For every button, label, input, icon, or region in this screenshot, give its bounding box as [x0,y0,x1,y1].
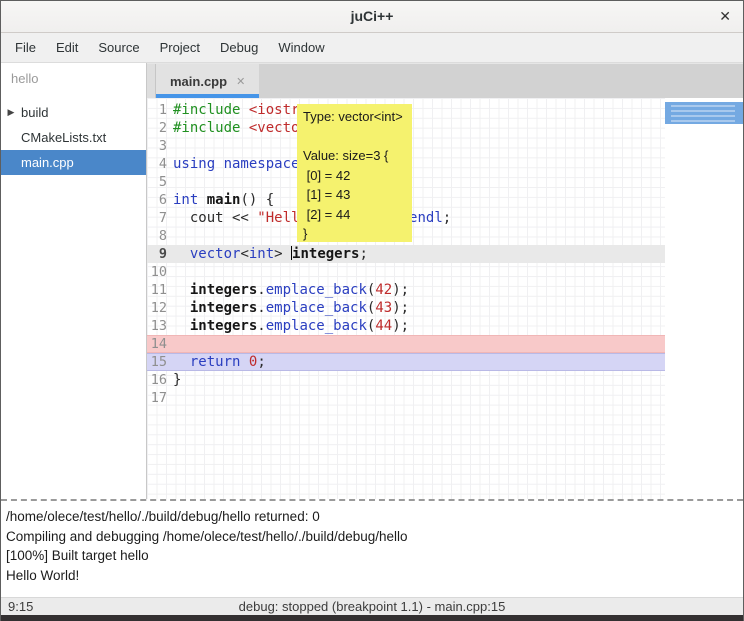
code-line-10[interactable]: 10 [147,263,665,281]
editor-right-column [665,98,743,499]
line-number[interactable]: 14 [147,335,173,353]
app-window: juCi++ ✕ FileEditSourceProjectDebugWindo… [0,0,744,621]
code-text: cout << "Hello World!" << endl; [173,209,665,227]
menu-item-source[interactable]: Source [88,35,149,60]
main-area: hello ▶build CMakeLists.txt main.cpp main.… [1,63,743,499]
file-browser: hello ▶build CMakeLists.txt main.cpp [1,63,147,499]
code-text: return 0; [173,353,665,371]
sidebar-item-cmakelists-txt[interactable]: CMakeLists.txt [1,125,146,150]
code-text [173,173,665,191]
code-text: int main() { [173,191,665,209]
line-number[interactable]: 17 [147,389,173,407]
menu-item-edit[interactable]: Edit [46,35,88,60]
code-line-11[interactable]: 11 integers.emplace_back(42); [147,281,665,299]
code-text [173,263,665,281]
terminal-line: Compiling and debugging /home/olece/test… [6,527,743,547]
line-number[interactable]: 1 [147,101,173,119]
line-number[interactable]: 4 [147,155,173,173]
line-number[interactable]: 8 [147,227,173,245]
sidebar-item-main-cpp[interactable]: main.cpp [1,150,146,175]
line-number[interactable]: 2 [147,119,173,137]
window-title: juCi++ [1,8,743,24]
tooltip-value-line: } [303,224,412,244]
code-text: integers.emplace_back(44); [173,317,665,335]
code-text [173,389,665,407]
tab-main-cpp[interactable]: main.cpp ✕ [156,64,259,98]
line-number[interactable]: 3 [147,137,173,155]
window-bottom-edge [1,615,743,621]
line-number[interactable]: 9 [147,245,173,263]
tabbar-left-pad [147,64,156,98]
tree-item-label: build [17,105,48,120]
file-tree: ▶build CMakeLists.txt main.cpp [1,100,146,175]
line-number[interactable]: 5 [147,173,173,191]
code-line-9[interactable]: 9 vector<int> integers; [147,245,665,263]
tab-close-icon[interactable]: ✕ [236,75,245,88]
code-text [173,137,665,155]
tooltip-value-line: [2] = 44 [303,205,412,225]
terminal-output: /home/olece/test/hello/./build/debug/hel… [1,499,743,597]
sidebar-item-build[interactable]: ▶build [1,100,146,125]
close-icon[interactable]: ✕ [719,8,731,24]
code-line-14[interactable]: 14 [147,335,665,353]
line-number[interactable]: 12 [147,299,173,317]
scroll-overview-box[interactable] [665,102,743,124]
tooltip-value-line: Value: size=3 { [303,146,412,166]
menu-item-debug[interactable]: Debug [210,35,268,60]
tooltip-value-line: [0] = 42 [303,166,412,186]
tree-item-label: main.cpp [17,155,74,170]
code-text: integers.emplace_back(42); [173,281,665,299]
code-editor[interactable]: 1#include <iostream>2#include <vector>34… [147,98,665,499]
tooltip-value-line: [1] = 43 [303,185,412,205]
line-number[interactable]: 6 [147,191,173,209]
editor-column: main.cpp ✕ 1#include <iostream>2#include … [147,63,743,499]
debug-value-tooltip: Type: vector<int> Value: size=3 { [0] = … [297,104,412,242]
menu-item-file[interactable]: File [5,35,46,60]
tab-label: main.cpp [170,74,227,89]
tab-bar: main.cpp ✕ [147,63,743,98]
line-number[interactable]: 11 [147,281,173,299]
code-text: #include <iostream> [173,101,665,119]
status-bar: 9:15 debug: stopped (breakpoint 1.1) - m… [1,597,743,615]
tooltip-type-line: Type: vector<int> [303,107,412,127]
expander-icon[interactable]: ▶ [1,107,17,118]
terminal-line: /home/olece/test/hello/./build/debug/hel… [6,507,743,527]
line-number[interactable]: 16 [147,371,173,389]
debug-status: debug: stopped (breakpoint 1.1) - main.c… [1,599,743,614]
line-number[interactable]: 13 [147,317,173,335]
project-name: hello [1,63,146,92]
menu-item-window[interactable]: Window [268,35,334,60]
code-line-17[interactable]: 17 [147,389,665,407]
code-text: using namespace std; [173,155,665,173]
tree-item-label: CMakeLists.txt [17,130,106,145]
code-line-13[interactable]: 13 integers.emplace_back(44); [147,317,665,335]
line-number[interactable]: 15 [147,353,173,371]
code-text: integers.emplace_back(43); [173,299,665,317]
terminal-line: [100%] Built target hello [6,546,743,566]
code-text: vector<int> integers; [173,245,665,263]
code-line-15[interactable]: 15 return 0; [147,353,665,371]
code-text [173,335,665,353]
code-text [173,227,665,245]
title-bar: juCi++ ✕ [1,1,743,33]
code-line-12[interactable]: 12 integers.emplace_back(43); [147,299,665,317]
menu-item-project[interactable]: Project [150,35,210,60]
code-text: } [173,371,665,389]
code-text: #include <vector> [173,119,665,137]
code-line-16[interactable]: 16} [147,371,665,389]
menu-bar: FileEditSourceProjectDebugWindow [1,33,743,63]
line-number[interactable]: 10 [147,263,173,281]
line-number[interactable]: 7 [147,209,173,227]
terminal-line: Hello World! [6,566,743,586]
